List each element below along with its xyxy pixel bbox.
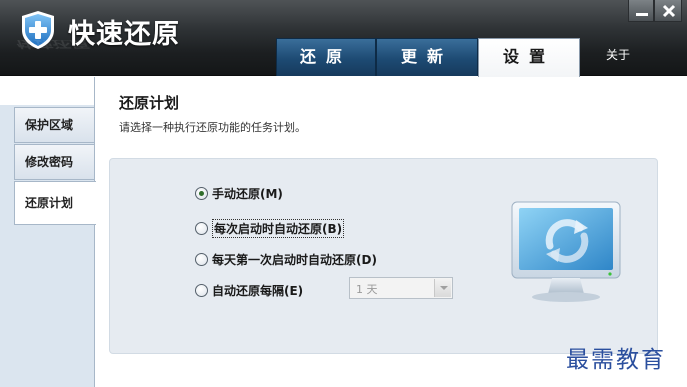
sidebar-item-protected-area[interactable]: 保护区域: [14, 107, 94, 143]
option-manual-restore-text: 手动还原(M): [212, 186, 283, 201]
interval-select[interactable]: 1 天: [349, 277, 453, 299]
tab-update[interactable]: 更新: [376, 38, 478, 76]
tab-settings[interactable]: 设置: [478, 38, 580, 77]
section-description: 请选择一种执行还原功能的任务计划。: [119, 121, 306, 134]
minimize-button[interactable]: [628, 0, 654, 22]
radio-restore-interval[interactable]: [195, 283, 208, 297]
option-restore-interval[interactable]: 自动还原每隔(E): [195, 280, 303, 300]
radio-restore-every-boot[interactable]: [195, 221, 208, 235]
chevron-down-icon: [434, 279, 451, 297]
tab-restore[interactable]: 还原: [276, 38, 376, 76]
sidebar: 保护区域 修改密码 还原计划: [0, 77, 96, 387]
about-link[interactable]: 关于: [606, 46, 630, 63]
sidebar-item-restore-plan[interactable]: 还原计划: [14, 181, 96, 225]
interval-select-value: 1 天: [356, 283, 378, 296]
sidebar-top-spacer: [0, 77, 95, 105]
watermark-text: 最需教育: [566, 347, 666, 373]
option-restore-every-boot-label: 每次启动时自动还原(B): [212, 218, 345, 238]
option-restore-interval-label: 自动还原每隔(E): [212, 283, 304, 298]
radio-manual-restore-checked[interactable]: [195, 186, 208, 200]
close-icon: [662, 4, 676, 18]
section-title: 还原计划: [119, 94, 180, 112]
close-button[interactable]: [654, 0, 682, 22]
option-manual-restore-row[interactable]: 手动还原(M): [195, 183, 283, 203]
sidebar-item-change-password[interactable]: 修改密码: [14, 144, 94, 180]
option-restore-first-boot-daily[interactable]: 每天第一次启动时自动还原(D): [195, 249, 377, 269]
app-title-reflection: 快速还原: [14, 40, 91, 50]
radio-restore-first-boot-daily[interactable]: [195, 252, 208, 266]
monitor-restore-icon: [511, 201, 621, 302]
title-bar: 快速还原 快速还原 还原 更新 设置 关于: [0, 0, 687, 77]
option-restore-every-boot[interactable]: 每次启动时自动还原(B): [195, 218, 345, 238]
option-restore-first-boot-daily-label: 每天第一次启动时自动还原(D): [212, 252, 377, 267]
